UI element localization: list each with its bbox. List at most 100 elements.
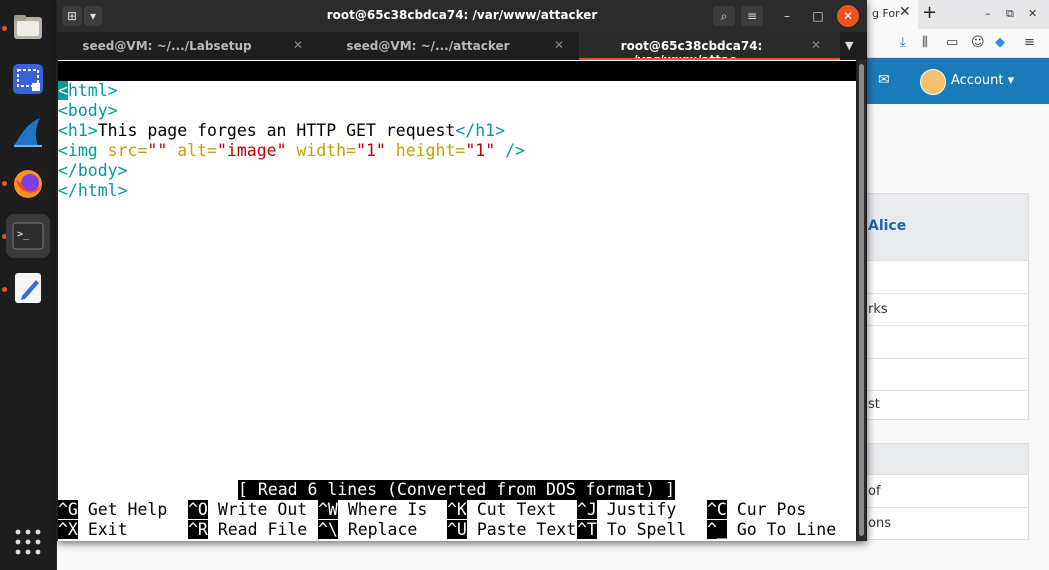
minimize-icon[interactable]: – bbox=[985, 7, 991, 20]
app-grid-button[interactable] bbox=[6, 520, 50, 564]
nano-editor[interactable]: GNU nano 4.8 addfriend.html <html> <body… bbox=[58, 60, 856, 541]
library-icon[interactable]: ⫼ bbox=[922, 35, 928, 50]
search-icon[interactable]: ⌕ bbox=[713, 6, 735, 26]
avatar[interactable] bbox=[920, 69, 946, 95]
screenshot-launcher[interactable] bbox=[6, 57, 50, 101]
shortcut-key: ^_ bbox=[707, 520, 727, 539]
shortcut-write-out[interactable]: ^O Write Out bbox=[188, 500, 307, 520]
shortcut-key: ^G bbox=[58, 500, 78, 519]
shortcut-read-file[interactable]: ^R Read File bbox=[188, 520, 307, 540]
text-cursor: < bbox=[58, 81, 68, 100]
tab-labsetup[interactable]: seed@VM: ~/.../Labsetup ✕ bbox=[57, 32, 318, 60]
code-token: html> bbox=[67, 81, 118, 100]
wireshark-launcher[interactable] bbox=[6, 110, 50, 154]
shortcut-key: ^R bbox=[188, 520, 208, 539]
shortcut-cut-text[interactable]: ^K Cut Text bbox=[447, 500, 556, 520]
close-icon[interactable]: ✕ bbox=[837, 5, 859, 27]
tab-root-shell[interactable]: root@65c38cbdca74: /var/www/attac... ✕ bbox=[579, 32, 840, 67]
code-line-5[interactable]: </body> bbox=[58, 161, 128, 181]
shortcut-label: Exit bbox=[87, 520, 128, 539]
code-token: width= bbox=[286, 141, 357, 160]
extension-icon[interactable]: ◆ bbox=[995, 35, 1005, 50]
close-icon[interactable]: ✕ bbox=[554, 38, 564, 52]
code-line-6[interactable]: </html> bbox=[58, 181, 128, 201]
tab-attacker[interactable]: seed@VM: ~/.../attacker ✕ bbox=[318, 32, 579, 60]
firefox-icon bbox=[14, 170, 42, 198]
shortcut-get-help[interactable]: ^G Get Help bbox=[58, 500, 167, 520]
card-row[interactable]: ons bbox=[865, 508, 1028, 539]
shortcut-go-to-line[interactable]: ^_ Go To Line bbox=[707, 520, 836, 540]
shortcut-cur-pos[interactable]: ^C Cur Pos bbox=[707, 500, 806, 520]
code-token: "1" bbox=[356, 141, 386, 160]
close-icon[interactable]: ✕ bbox=[1028, 7, 1037, 20]
shortcut-justify[interactable]: ^J Justify bbox=[577, 500, 676, 520]
app-grid-icon bbox=[15, 529, 41, 555]
terminal-tabs: seed@VM: ~/.../Labsetup ✕ seed@VM: ~/...… bbox=[57, 32, 867, 67]
minimize-icon[interactable]: – bbox=[776, 5, 798, 27]
account-menu[interactable]: Account ▾ bbox=[951, 73, 1014, 88]
code-token: alt= bbox=[167, 141, 217, 160]
terminal-scrollbar[interactable] bbox=[857, 60, 866, 541]
shortcut-exit[interactable]: ^X Exit bbox=[58, 520, 128, 540]
shortcut-paste-text[interactable]: ^U Paste Text bbox=[447, 520, 576, 540]
card-row-label: rks bbox=[868, 302, 888, 317]
desktop-strip bbox=[57, 541, 867, 570]
shortcut-where-is[interactable]: ^W Where Is bbox=[318, 500, 427, 520]
shortcut-key: ^X bbox=[58, 520, 78, 539]
shortcut-replace[interactable]: ^\ Replace bbox=[318, 520, 417, 540]
card-row[interactable]: of bbox=[865, 475, 1028, 508]
card-row[interactable]: rks bbox=[865, 294, 1028, 326]
shortcut-label: Get Help bbox=[87, 500, 168, 519]
profile-name[interactable]: Alice bbox=[868, 218, 906, 234]
account-label: Account bbox=[951, 73, 1004, 88]
scrollbar-thumb[interactable] bbox=[859, 64, 864, 536]
shortcut-label: Cur Pos bbox=[736, 500, 807, 519]
card-row[interactable] bbox=[865, 261, 1028, 294]
code-token: /> bbox=[495, 141, 525, 160]
info-card: of ons bbox=[864, 443, 1029, 540]
tab-list-chevron-icon[interactable]: ▼ bbox=[845, 39, 853, 52]
code-line-3[interactable]: <h1>This page forges an HTTP GET request… bbox=[58, 121, 505, 141]
card-row[interactable]: st bbox=[865, 391, 1028, 421]
tab-label: seed@VM: ~/.../attacker bbox=[346, 39, 510, 53]
restore-icon[interactable]: ⧉ bbox=[1006, 7, 1014, 21]
card-row[interactable] bbox=[865, 359, 1028, 391]
shortcut-to-spell[interactable]: ^T To Spell bbox=[577, 520, 686, 540]
close-icon[interactable]: ✕ bbox=[293, 38, 303, 52]
firefox-tab-label: g For bbox=[872, 7, 900, 20]
tab-label: seed@VM: ~/.../Labsetup bbox=[82, 39, 252, 53]
nano-filename: addfriend.html bbox=[407, 101, 547, 120]
card-row-label: ons bbox=[868, 516, 891, 531]
maximize-icon[interactable]: □ bbox=[807, 5, 829, 27]
card-row-label: of bbox=[868, 484, 881, 499]
card-row-label: st bbox=[868, 397, 880, 412]
code-line-1[interactable]: <html> bbox=[58, 81, 118, 101]
terminal-launcher[interactable]: >_ bbox=[6, 214, 50, 258]
account-icon[interactable]: ☺ bbox=[971, 35, 985, 50]
shortcut-key: ^C bbox=[707, 500, 727, 519]
sidebar-icon[interactable]: ▭ bbox=[946, 35, 958, 50]
code-token: "image" bbox=[216, 141, 287, 160]
new-tab-button[interactable]: + bbox=[922, 2, 937, 23]
shortcut-key: ^O bbox=[188, 500, 208, 519]
files-launcher[interactable] bbox=[6, 5, 50, 49]
svg-text:>_: >_ bbox=[17, 229, 30, 240]
code-line-2[interactable]: <body> bbox=[58, 101, 118, 121]
menu-icon[interactable]: ≡ bbox=[1024, 35, 1035, 50]
close-icon[interactable]: ✕ bbox=[811, 38, 821, 52]
download-icon[interactable]: ⤓ bbox=[900, 35, 906, 50]
hamburger-menu-icon[interactable]: ≡ bbox=[741, 6, 763, 26]
shortcut-label: Write Out bbox=[217, 500, 308, 519]
screenshot-icon bbox=[13, 64, 43, 94]
terminal-titlebar: ⊞ ▾ root@65c38cbdca74: /var/www/attacker… bbox=[57, 0, 867, 32]
text-editor-launcher[interactable] bbox=[6, 266, 50, 310]
code-line-4[interactable]: <img src="" alt="image" width="1" height… bbox=[58, 141, 525, 161]
firefox-launcher[interactable] bbox=[6, 162, 50, 206]
terminal-icon: >_ bbox=[12, 222, 44, 250]
close-icon[interactable]: ✕ bbox=[899, 4, 911, 20]
firefox-tab[interactable]: g For ✕ bbox=[858, 0, 918, 29]
nano-header: GNU nano 4.8 addfriend.html bbox=[58, 61, 856, 120]
mail-icon[interactable]: ✉ bbox=[878, 72, 890, 88]
shortcut-key: ^W bbox=[318, 500, 338, 519]
card-row[interactable] bbox=[865, 326, 1028, 359]
